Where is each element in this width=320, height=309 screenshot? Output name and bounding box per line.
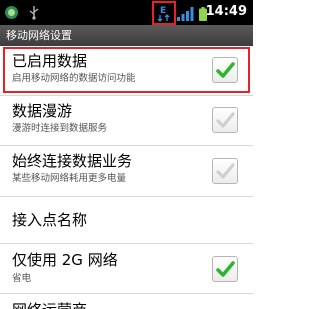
setting-title: 仅使用 2G 网络 bbox=[12, 251, 118, 269]
setting-title: 始终连接数据业务 bbox=[12, 152, 133, 170]
setting-always-on-data[interactable]: 始终连接数据业务 某些移动网络耗用更多电量 bbox=[0, 146, 253, 194]
setting-network-operators[interactable]: 网络运营商 bbox=[0, 294, 253, 309]
usb-icon bbox=[29, 6, 39, 20]
setting-title: 网络运营商 bbox=[12, 301, 87, 309]
always-on-data-checkbox[interactable] bbox=[212, 158, 238, 184]
page-title: 移动网络设置 bbox=[6, 29, 72, 42]
data-enabled-highlight bbox=[3, 47, 250, 93]
setting-summary: 漫游时连接到数据服务 bbox=[12, 123, 108, 134]
2g-only-checkbox[interactable] bbox=[212, 256, 238, 282]
data-indicator-highlight bbox=[152, 1, 176, 25]
setting-title: 接入点名称 bbox=[12, 211, 88, 229]
setting-summary: 某些移动网络耗用更多电量 bbox=[12, 173, 127, 184]
signal-strength-icon bbox=[177, 7, 194, 21]
checkmark-icon bbox=[216, 112, 235, 128]
data-roaming-checkbox[interactable] bbox=[212, 107, 238, 133]
app-notification-icon bbox=[5, 6, 18, 19]
status-bar: E 14:49 bbox=[0, 0, 253, 25]
setting-data-roaming[interactable]: 数据漫游 漫游时连接到数据服务 bbox=[0, 96, 253, 144]
setting-2g-only[interactable]: 仅使用 2G 网络 省电 bbox=[0, 244, 253, 292]
setting-title: 数据漫游 bbox=[12, 102, 73, 120]
checkmark-icon bbox=[216, 163, 235, 179]
setting-access-point-names[interactable]: 接入点名称 bbox=[0, 197, 253, 243]
checkmark-icon bbox=[216, 261, 235, 277]
clock: 14:49 bbox=[205, 4, 247, 19]
setting-summary: 省电 bbox=[12, 273, 32, 284]
title-bar: 移动网络设置 bbox=[0, 25, 253, 46]
